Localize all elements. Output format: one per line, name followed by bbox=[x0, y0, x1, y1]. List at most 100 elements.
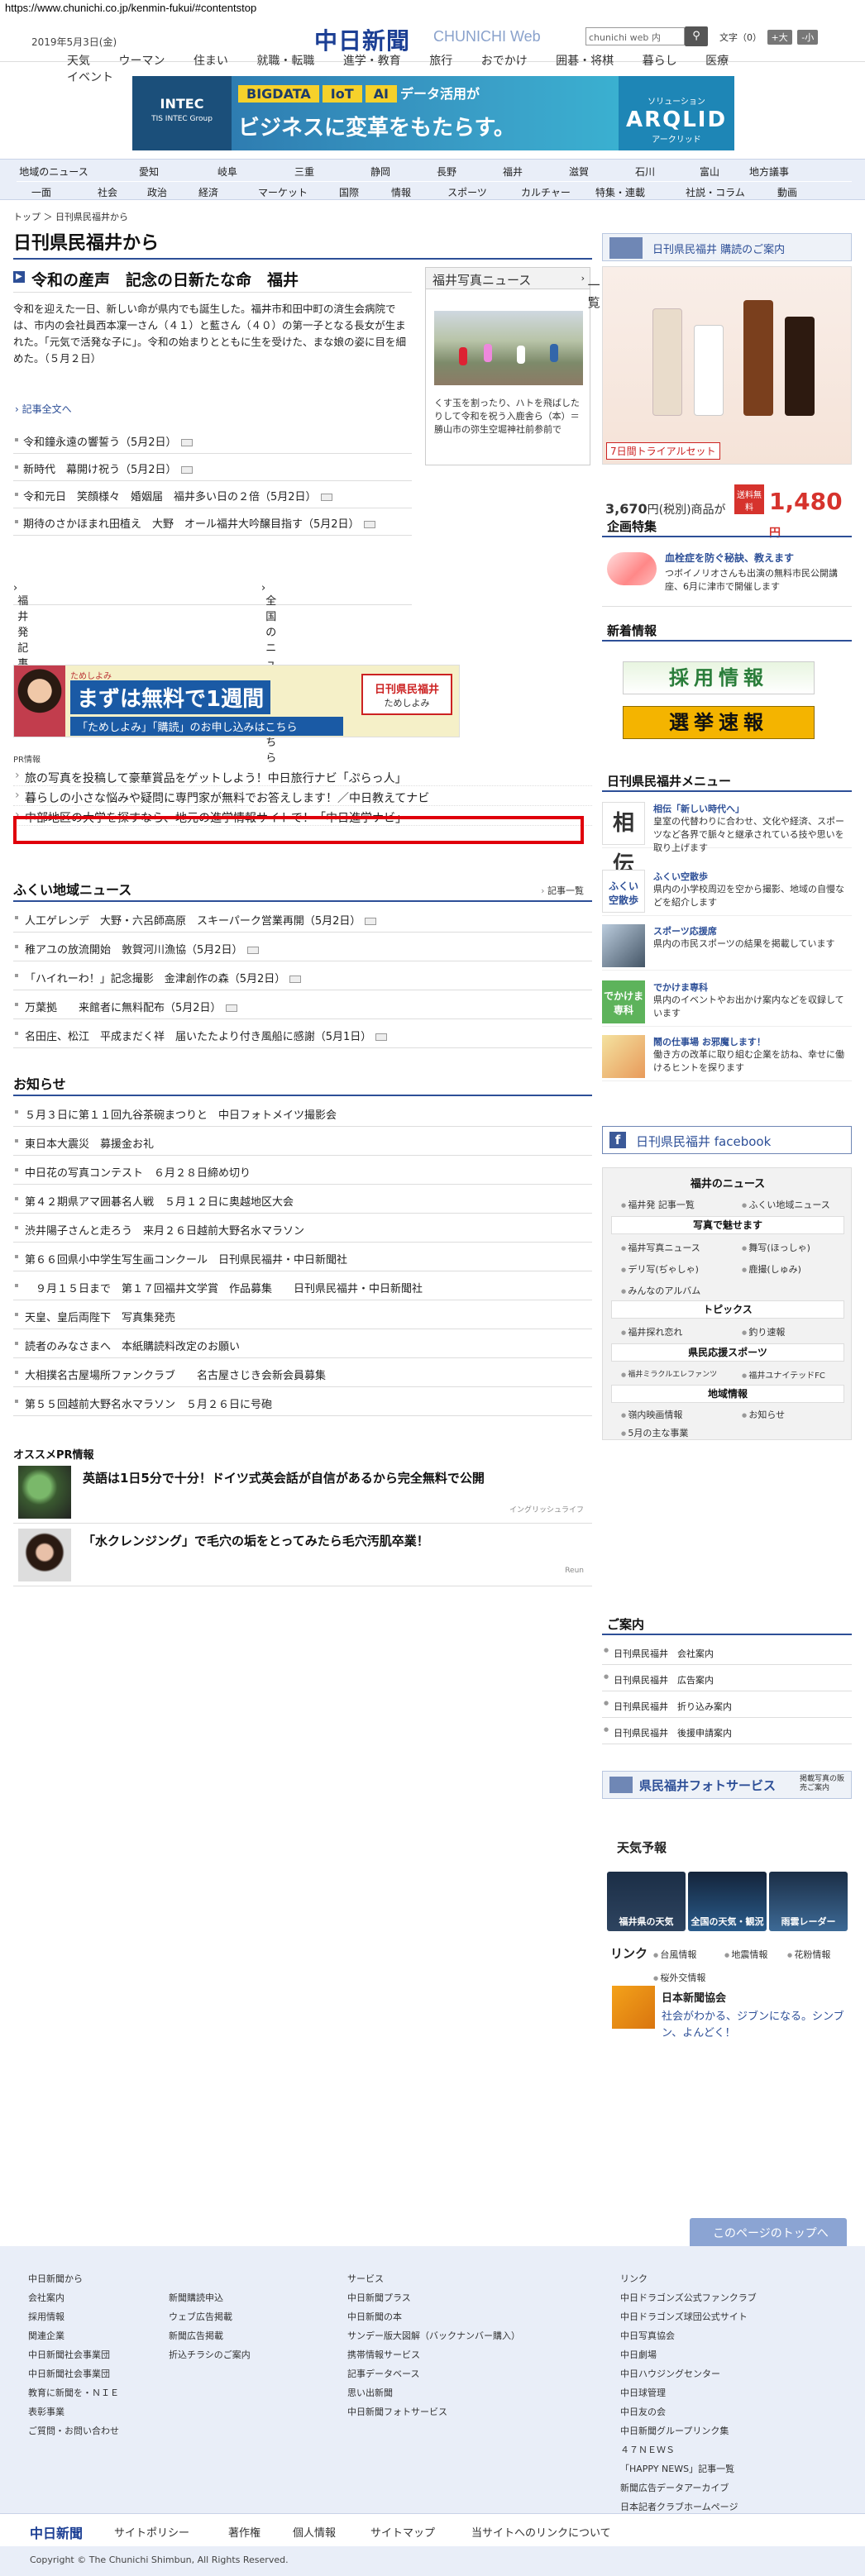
search-input[interactable]: chunichi web 内 bbox=[585, 27, 685, 45]
list-item[interactable]: 期待のさかほまれ田植え 大野 オール福井大吟醸目指す（5月2日） bbox=[13, 508, 412, 536]
secnav-front[interactable]: 一面 bbox=[25, 185, 58, 199]
footer-link[interactable]: 中日劇場 bbox=[620, 2345, 757, 2364]
kikaku-title[interactable]: 血栓症を防ぐ秘訣、教えます bbox=[665, 551, 794, 565]
topnav-woman[interactable]: ウーマン bbox=[118, 52, 165, 69]
footer-link[interactable]: 会社案内 bbox=[28, 2288, 119, 2307]
list-item[interactable]: 稚アユの放流開始 敦賀河川漁協（5月2日） bbox=[13, 933, 592, 961]
pollen-link[interactable]: 花粉情報 bbox=[787, 1948, 830, 1961]
menu-item-title[interactable]: でかけま専科 bbox=[653, 980, 708, 994]
typhoon-link[interactable]: 台風情報 bbox=[653, 1948, 696, 1961]
footer-link[interactable]: 折込チラシのご案内 bbox=[169, 2345, 251, 2364]
secnav-culture[interactable]: カルチャー bbox=[513, 185, 579, 199]
menu-item[interactable]: ふくい 空散歩 ふくい空散歩 県内の小学校周辺を空から撮影、地域の自慢などを紹介し… bbox=[602, 866, 852, 916]
topnav-jobs[interactable]: 就職・転職 bbox=[256, 52, 314, 69]
facebook-link[interactable]: 日刊県民福井 facebook bbox=[602, 1126, 852, 1154]
footer-link[interactable]: 中日ドラゴンズ公式ファンクラブ bbox=[620, 2288, 757, 2307]
footer-link[interactable]: 中日新聞フォトサービス bbox=[347, 2402, 520, 2421]
topnav-living[interactable]: 暮らし bbox=[643, 52, 677, 69]
weather-fukui-button[interactable]: 福井県の天気 bbox=[607, 1872, 686, 1931]
guide-link[interactable]: 日刊県民福井 後援申請案内 bbox=[602, 1718, 852, 1744]
secnav-society[interactable]: 社会 bbox=[91, 185, 124, 199]
footer-link[interactable]: 採用情報 bbox=[28, 2307, 119, 2326]
banner-ad[interactable]: INTEC TIS INTEC Group BIGDATA IoT AI データ活用が … bbox=[132, 76, 734, 150]
footer-bar-link[interactable]: サイトマップ bbox=[370, 2524, 435, 2540]
secnav-editorial[interactable]: 社説・コラム bbox=[678, 185, 753, 199]
back-to-top-label[interactable]: このページのトップへ bbox=[713, 2227, 829, 2240]
footer-link[interactable]: 「HAPPY NEWS」記事一覧 bbox=[620, 2459, 757, 2478]
footer-link[interactable]: ウェブ広告掲載 bbox=[169, 2307, 251, 2326]
regnav-local[interactable]: 地域のニュース bbox=[17, 165, 91, 179]
footer-logo[interactable]: 中日新聞 bbox=[30, 2522, 83, 2542]
footer-link[interactable]: 教育に新聞を・ＮＩＥ bbox=[28, 2383, 119, 2402]
menu-item[interactable]: 相伝 相伝「新しい時代へ」 皇室の代替わりに合わせ、文化や経済、スポーツなど各界… bbox=[602, 799, 852, 877]
menu-item[interactable]: 鬧の仕事場 お邪魔します！ 働き方の改革に取り組む企業を訪ね、幸せに働けるヒント… bbox=[602, 1032, 852, 1081]
back-to-top-button[interactable]: このページのトップへ bbox=[690, 2218, 847, 2246]
menu-item[interactable]: スポーツ応援席 県内の市民スポーツの結果を掲載しています bbox=[602, 921, 852, 971]
footer-link[interactable]: 新聞広告データアーカイブ bbox=[620, 2478, 757, 2497]
list-item[interactable]: 大相撲名古屋場所ファンクラブ 名古屋さじき会新会員募集 bbox=[13, 1358, 592, 1387]
list-item[interactable]: 名田庄、松江 平成まだく祥 届いたたより付き風船に感謝（5月1日） bbox=[13, 1019, 592, 1048]
photo-news-image[interactable] bbox=[434, 311, 583, 385]
footer-link[interactable]: 携帯情報サービス bbox=[347, 2345, 520, 2364]
photo-news-more-label[interactable]: 一覧 bbox=[588, 276, 600, 311]
guide-link[interactable]: 日刊県民福井 会社案内 bbox=[602, 1639, 852, 1665]
rain-radar-button[interactable]: 雨雲レーダー bbox=[769, 1872, 848, 1931]
subscription-trial-ad[interactable]: 7日間トライアルセット bbox=[602, 266, 852, 465]
top-article-title[interactable]: 令和の産声 記念の日新たな命 福井 bbox=[31, 268, 299, 290]
footer-link[interactable]: 新聞広告掲載 bbox=[169, 2326, 251, 2345]
regnav-shiga[interactable]: 滋賀 bbox=[554, 165, 604, 179]
photo-link[interactable]: デリ写(ぢゃしゃ) bbox=[621, 1262, 699, 1276]
photo-service-label[interactable]: 県民福井フォトサービス bbox=[639, 1778, 776, 1793]
photo-link[interactable]: 福井写真ニュース bbox=[621, 1241, 700, 1254]
topnav-travel[interactable]: 旅行 bbox=[429, 52, 452, 69]
footer-link[interactable]: 表彰事業 bbox=[28, 2402, 119, 2421]
guide-link[interactable]: 日刊県民福井 広告案内 bbox=[602, 1665, 852, 1691]
list-item[interactable]: ９月１５日まで 第１７回福井文学賞 作品募集 日刊県民福井・中日新聞社 bbox=[13, 1271, 592, 1300]
recommended-item[interactable]: 「水クレンジング」で毛穴の垢をとってみたら毛穴汚肌卒業！ Reun bbox=[13, 1525, 592, 1586]
list-item[interactable]: ５月３日に第１１回九谷茶碗まつりと 中日フォトメイツ撮影会 bbox=[13, 1098, 592, 1127]
footer-link[interactable]: 記事データベース bbox=[347, 2364, 520, 2383]
pr-item[interactable]: 暮らしの小さな悩みや疑問に専門家が無料でお答えします！／中日教えてナビ bbox=[13, 786, 592, 806]
recommended-text[interactable]: 英語は1日5分で十分！ドイツ式英会話が自信があるから完全無料で公開 bbox=[83, 1469, 485, 1486]
local-news-more-link[interactable]: 記事一覧 bbox=[541, 884, 584, 897]
topnav-medical[interactable]: 医療 bbox=[705, 52, 729, 69]
list-item[interactable]: 東日本大震災 募援金お礼 bbox=[13, 1127, 592, 1156]
secnav-politics[interactable]: 政治 bbox=[141, 185, 174, 199]
earthquake-link[interactable]: 地震情報 bbox=[724, 1948, 767, 1961]
secnav-features[interactable]: 特集・連載 bbox=[587, 185, 653, 199]
list-item[interactable]: 第４２期県アマ囲碁名人戦 ５月１２日に奥越地区大会 bbox=[13, 1185, 592, 1214]
local-news-link[interactable]: 人工ゲレンデ 大野・六呂師高原 スキーパーク営業再開（5月2日） bbox=[25, 915, 361, 928]
article-link[interactable]: 令和鐘永遠の響誓う（5月2日） bbox=[23, 436, 177, 449]
guide-link[interactable]: 日刊県民福井 折り込み案内 bbox=[602, 1691, 852, 1718]
regnav-assembly[interactable]: 地方議事 bbox=[736, 165, 802, 179]
regnav-gifu[interactable]: 岐阜 bbox=[203, 165, 252, 179]
footer-link[interactable]: 中日新聞社会事業団 bbox=[28, 2345, 119, 2364]
footer-link[interactable]: ご質問・お問い合わせ bbox=[28, 2421, 119, 2440]
footer-link[interactable]: 中日球管理 bbox=[620, 2383, 757, 2402]
photo-service-link[interactable]: 県民福井フォトサービス 掲載写真の販売ご案内 bbox=[602, 1771, 852, 1799]
menu-item-title[interactable]: ふくい空散歩 bbox=[653, 870, 708, 883]
footer-link[interactable]: サンデー版大図解（バックナンバー購入） bbox=[347, 2326, 520, 2345]
list-item[interactable]: 中日花の写真コンテスト ６月２８日締め切り bbox=[13, 1156, 592, 1185]
article-link[interactable]: 新時代 幕開け祝う（5月2日） bbox=[23, 464, 177, 476]
area-link[interactable]: お知らせ bbox=[742, 1408, 785, 1421]
local-news-link[interactable]: 万葉拠 来館者に無料配布（5月2日） bbox=[25, 1002, 222, 1014]
list-item[interactable]: 令和鐘永遠の響誓う（5月2日） bbox=[13, 427, 412, 454]
footer-bar-link[interactable]: サイトポリシー bbox=[114, 2524, 189, 2540]
menu-item[interactable]: でかけま 専科 でかけま専科 県内のイベントやお出かけ案内などを収録しています bbox=[602, 977, 852, 1027]
list-item[interactable]: 第６６回県小中学生写生画コンクール 日刊県民福井・中日新聞社 bbox=[13, 1243, 592, 1271]
regnav-mie[interactable]: 三重 bbox=[280, 165, 329, 179]
photo-news-caption[interactable]: くす玉を割ったり、ハトを飛ばしたりして令和を祝う入鹿舎ら（本）＝勝山市の弥生空堀… bbox=[434, 397, 583, 436]
footer-link[interactable]: 新聞購読申込 bbox=[169, 2288, 251, 2307]
site-logo[interactable]: 中日新聞 bbox=[314, 23, 410, 56]
topnav-outing[interactable]: おでかけ bbox=[481, 52, 528, 69]
regnav-nagano[interactable]: 長野 bbox=[422, 165, 471, 179]
full-article-label[interactable]: 記事全文へ bbox=[22, 403, 72, 415]
kikaku-item[interactable]: 血栓症を防ぐ秘訣、教えます つボイノリオさんも出演の無料市民公開講座、6月に津市… bbox=[602, 541, 852, 607]
article-link[interactable]: 令和元日 笑顔様々 婚姻届 福井多い日の２倍（5月2日） bbox=[23, 491, 317, 503]
secnav-info[interactable]: 情報 bbox=[385, 185, 418, 199]
site-logo-en[interactable]: CHUNICHI Web bbox=[433, 28, 541, 45]
topnav-weather[interactable]: 天気 bbox=[67, 52, 90, 69]
search-button[interactable]: ⚲ bbox=[685, 26, 708, 46]
topnav-housing[interactable]: 住まい bbox=[194, 52, 228, 69]
